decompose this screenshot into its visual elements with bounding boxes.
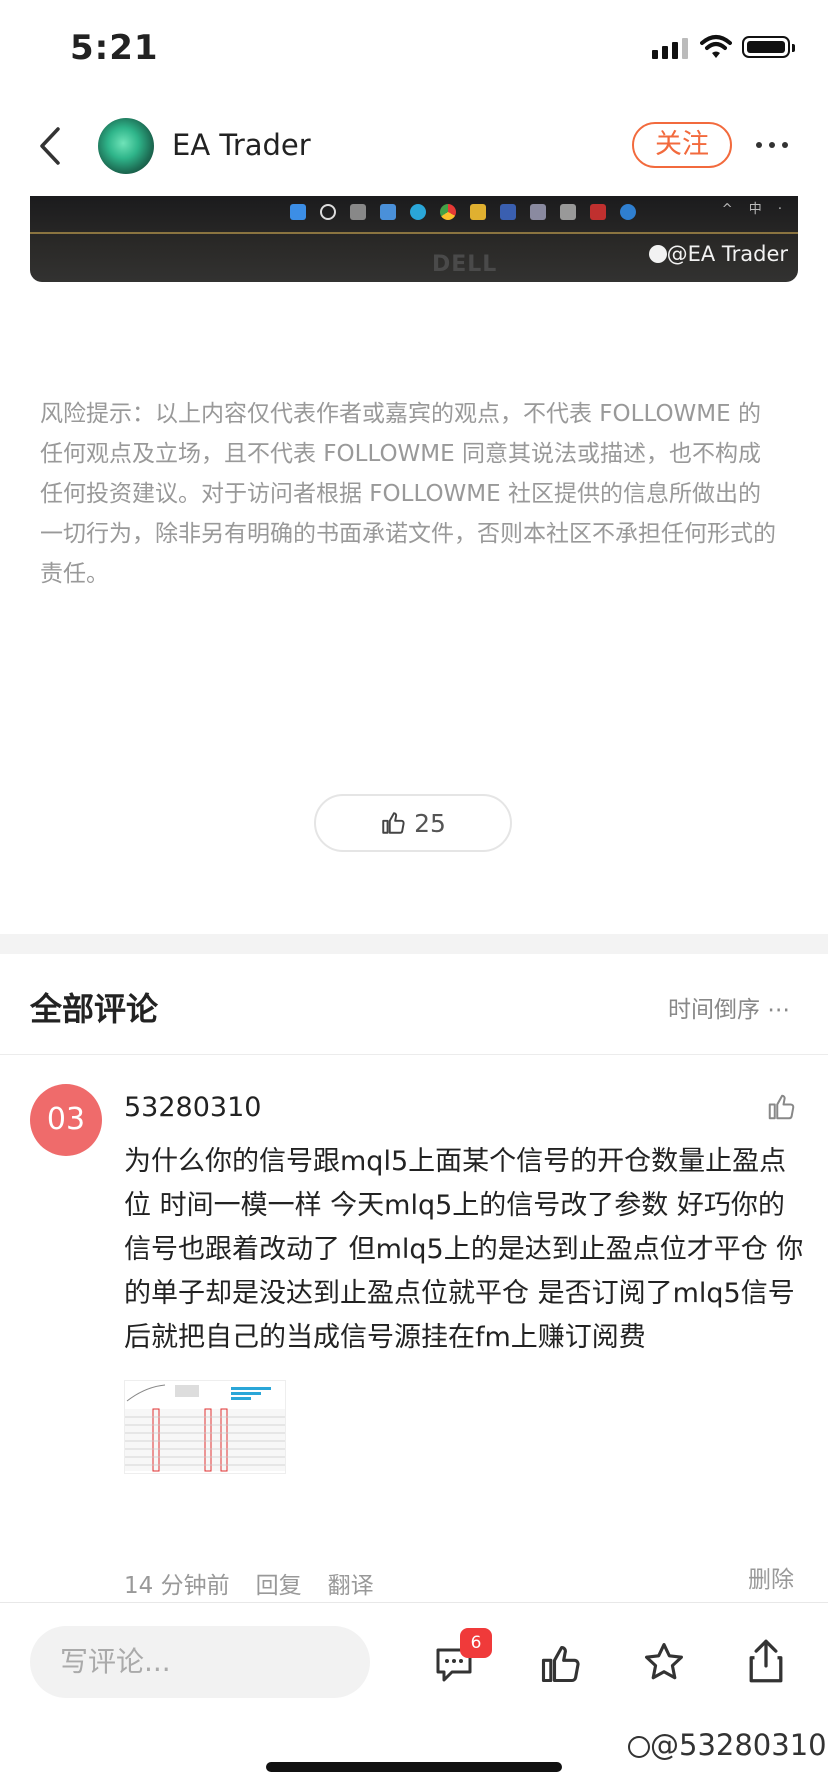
- comments-title: 全部评论: [30, 990, 159, 1028]
- comment-image-thumbnail[interactable]: [124, 1380, 286, 1474]
- comment-count-badge: 6: [460, 1628, 492, 1658]
- translate-button[interactable]: 翻译: [328, 1566, 374, 1600]
- dell-logo: DELL: [432, 252, 498, 277]
- like-button[interactable]: 25: [314, 794, 512, 852]
- image-watermark: @EA Trader: [648, 242, 788, 266]
- share-icon[interactable]: [746, 1638, 786, 1684]
- post-image[interactable]: ^ 中 · DELL @EA Trader: [30, 196, 798, 282]
- battery-icon: [742, 36, 795, 58]
- wifi-icon: [700, 35, 732, 58]
- thumbs-up-icon[interactable]: [538, 1642, 582, 1686]
- system-tray: ^ 中 ·: [721, 202, 788, 217]
- star-icon[interactable]: [642, 1640, 686, 1684]
- delete-button[interactable]: 删除: [748, 1560, 794, 1594]
- risk-disclaimer: 风险提示：以上内容仅代表作者或嘉宾的观点，不代表 FOLLOWME 的任何观点及…: [40, 401, 776, 587]
- section-divider: [0, 934, 828, 954]
- taskbar-icons: [290, 204, 636, 220]
- more-options-icon[interactable]: [756, 142, 788, 148]
- bottom-watermark: @53280310: [628, 1728, 827, 1762]
- back-arrow-icon[interactable]: [38, 126, 62, 166]
- comment-like-icon[interactable]: [766, 1092, 796, 1122]
- sort-toggle[interactable]: 时间倒序 ⋯: [668, 990, 790, 1024]
- follow-button[interactable]: 关注: [632, 122, 732, 168]
- commenter-avatar[interactable]: 03: [30, 1084, 102, 1156]
- comment-time: 14 分钟前: [124, 1573, 230, 1599]
- comment-meta: 14 分钟前 回复 翻译: [124, 1566, 374, 1600]
- thumbs-up-icon: [382, 812, 405, 834]
- comment-input[interactable]: 写评论...: [30, 1626, 370, 1698]
- comment-text: 为什么你的信号跟mql5上面某个信号的开仓数量止盈点位 时间一模一样 今天mlq…: [124, 1146, 804, 1353]
- author-avatar[interactable]: [98, 118, 154, 174]
- cellular-signal-icon: [652, 38, 688, 59]
- divider: [0, 1054, 828, 1055]
- status-time: 5:21: [70, 28, 159, 68]
- reply-button[interactable]: 回复: [256, 1566, 302, 1600]
- commenter-username[interactable]: 53280310: [124, 1092, 261, 1123]
- home-indicator[interactable]: [266, 1762, 562, 1772]
- like-count: 25: [414, 808, 446, 838]
- author-name[interactable]: EA Trader: [172, 128, 311, 162]
- bottom-divider: [0, 1602, 828, 1603]
